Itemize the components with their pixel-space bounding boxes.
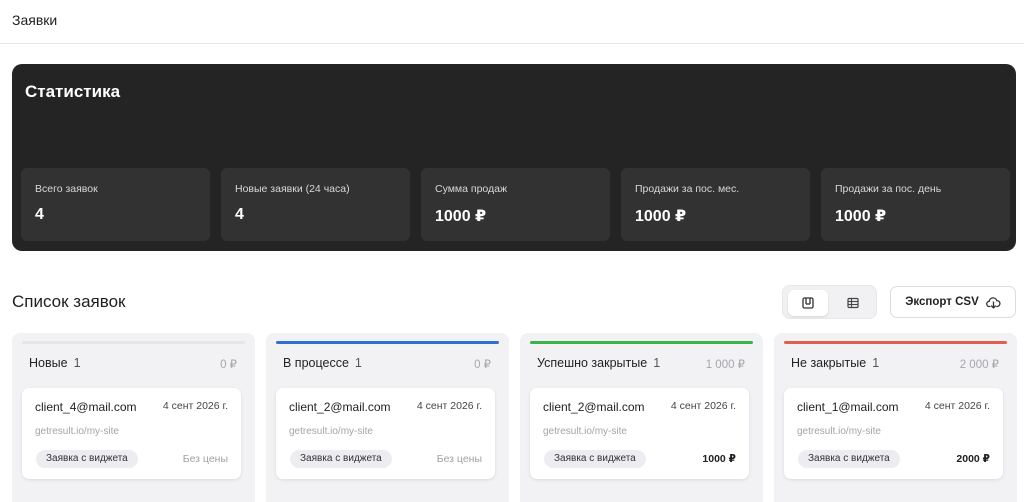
column-status-bar <box>530 341 753 344</box>
export-csv-button[interactable]: Экспорт CSV <box>890 286 1016 318</box>
kanban-view-button[interactable] <box>788 290 828 316</box>
column-sum: 1 000 ₽ <box>705 359 745 371</box>
stat-label: Продажи за пос. мес. <box>635 183 740 195</box>
page-title: Заявки <box>12 12 58 28</box>
kanban-column-closed-success: Успешно закрытые 1 1 000 ₽ client_2@mail.… <box>520 333 763 502</box>
card-source-tag: Заявка с виджета <box>544 450 646 468</box>
card-site: getresult.io/my-site <box>543 426 627 437</box>
card-email: client_2@mail.com <box>543 400 645 414</box>
card-source-tag: Заявка с виджета <box>798 450 900 468</box>
stat-value: 1000 ₽ <box>435 208 487 225</box>
stat-card-new-24h: Новые заявки (24 часа) 4 <box>221 168 410 241</box>
request-card[interactable]: client_2@mail.com 4 сент 2026 г. getresu… <box>276 388 495 479</box>
card-date: 4 сент 2026 г. <box>670 400 736 412</box>
card-email: client_1@mail.com <box>797 400 899 414</box>
kanban-board: Новые 1 0 ₽ client_4@mail.com 4 сент 2026… <box>12 333 1017 502</box>
stat-card-total: Всего заявок 4 <box>21 168 210 241</box>
request-card[interactable]: client_1@mail.com 4 сент 2026 г. getresu… <box>784 388 1003 479</box>
table-view-button[interactable] <box>833 290 873 316</box>
column-status-bar <box>22 341 245 344</box>
top-bar: Заявки <box>0 0 1024 44</box>
card-email: client_4@mail.com <box>35 400 137 414</box>
column-name: Не закрытые <box>791 356 867 370</box>
card-price: Без цены <box>182 453 228 465</box>
card-source-tag: Заявка с виджета <box>290 450 392 468</box>
card-price: Без цены <box>436 453 482 465</box>
kanban-column-in-progress: В процессе 1 0 ₽ client_2@mail.com 4 сент… <box>266 333 509 502</box>
column-header: В процессе 1 <box>283 356 362 370</box>
stat-card-sales-sum: Сумма продаж 1000 ₽ <box>421 168 610 241</box>
stat-label: Новые заявки (24 часа) <box>235 183 350 195</box>
column-status-bar <box>276 341 499 344</box>
stat-label: Всего заявок <box>35 183 98 195</box>
column-name: Успешно закрытые <box>537 356 648 370</box>
column-count: 1 <box>354 356 362 370</box>
column-header: Успешно закрытые 1 <box>537 356 660 370</box>
column-header: Не закрытые 1 <box>791 356 879 370</box>
card-site: getresult.io/my-site <box>797 426 881 437</box>
card-source-tag: Заявка с виджета <box>36 450 138 468</box>
kanban-icon <box>802 297 814 309</box>
card-date: 4 сент 2026 г. <box>924 400 990 412</box>
column-sum: 2 000 ₽ <box>959 359 999 371</box>
cloud-download-icon <box>985 296 1001 309</box>
stat-label: Продажи за пос. день <box>835 183 942 195</box>
card-date: 4 сент 2026 г. <box>416 400 482 412</box>
view-toggle <box>782 285 877 319</box>
stat-value: 4 <box>35 206 44 223</box>
request-card[interactable]: client_4@mail.com 4 сент 2026 г. getresu… <box>22 388 241 479</box>
stat-value: 1000 ₽ <box>635 208 687 225</box>
card-price: 2000 ₽ <box>956 453 990 465</box>
stat-label: Сумма продаж <box>435 183 508 195</box>
column-count: 1 <box>73 356 81 370</box>
column-sum: 0 ₽ <box>474 359 491 371</box>
column-header: Новые 1 <box>29 356 81 370</box>
list-title: Список заявок <box>12 292 126 311</box>
stat-value: 1000 ₽ <box>835 208 887 225</box>
stat-card-sales-day: Продажи за пос. день 1000 ₽ <box>821 168 1010 241</box>
card-price: 1000 ₽ <box>702 453 736 465</box>
column-count: 1 <box>653 356 661 370</box>
request-card[interactable]: client_2@mail.com 4 сент 2026 г. getresu… <box>530 388 749 479</box>
statistics-panel: Статистика Всего заявок 4 Новые заявки (… <box>12 64 1016 251</box>
column-name: Новые <box>29 356 68 370</box>
stat-cards: Всего заявок 4 Новые заявки (24 часа) 4 … <box>21 168 1010 241</box>
stat-card-sales-month: Продажи за пос. мес. 1000 ₽ <box>621 168 810 241</box>
table-icon <box>847 297 859 309</box>
card-date: 4 сент 2026 г. <box>162 400 228 412</box>
statistics-heading: Статистика <box>25 82 121 101</box>
card-site: getresult.io/my-site <box>35 426 119 437</box>
kanban-column-not-closed: Не закрытые 1 2 000 ₽ client_1@mail.com 4… <box>774 333 1017 502</box>
kanban-column-new: Новые 1 0 ₽ client_4@mail.com 4 сент 2026… <box>12 333 255 502</box>
column-count: 1 <box>872 356 880 370</box>
card-email: client_2@mail.com <box>289 400 391 414</box>
column-name: В процессе <box>283 356 349 370</box>
stat-value: 4 <box>235 206 244 223</box>
export-csv-label: Экспорт CSV <box>905 296 979 308</box>
card-site: getresult.io/my-site <box>289 426 373 437</box>
column-sum: 0 ₽ <box>220 359 237 371</box>
column-status-bar <box>784 341 1007 344</box>
